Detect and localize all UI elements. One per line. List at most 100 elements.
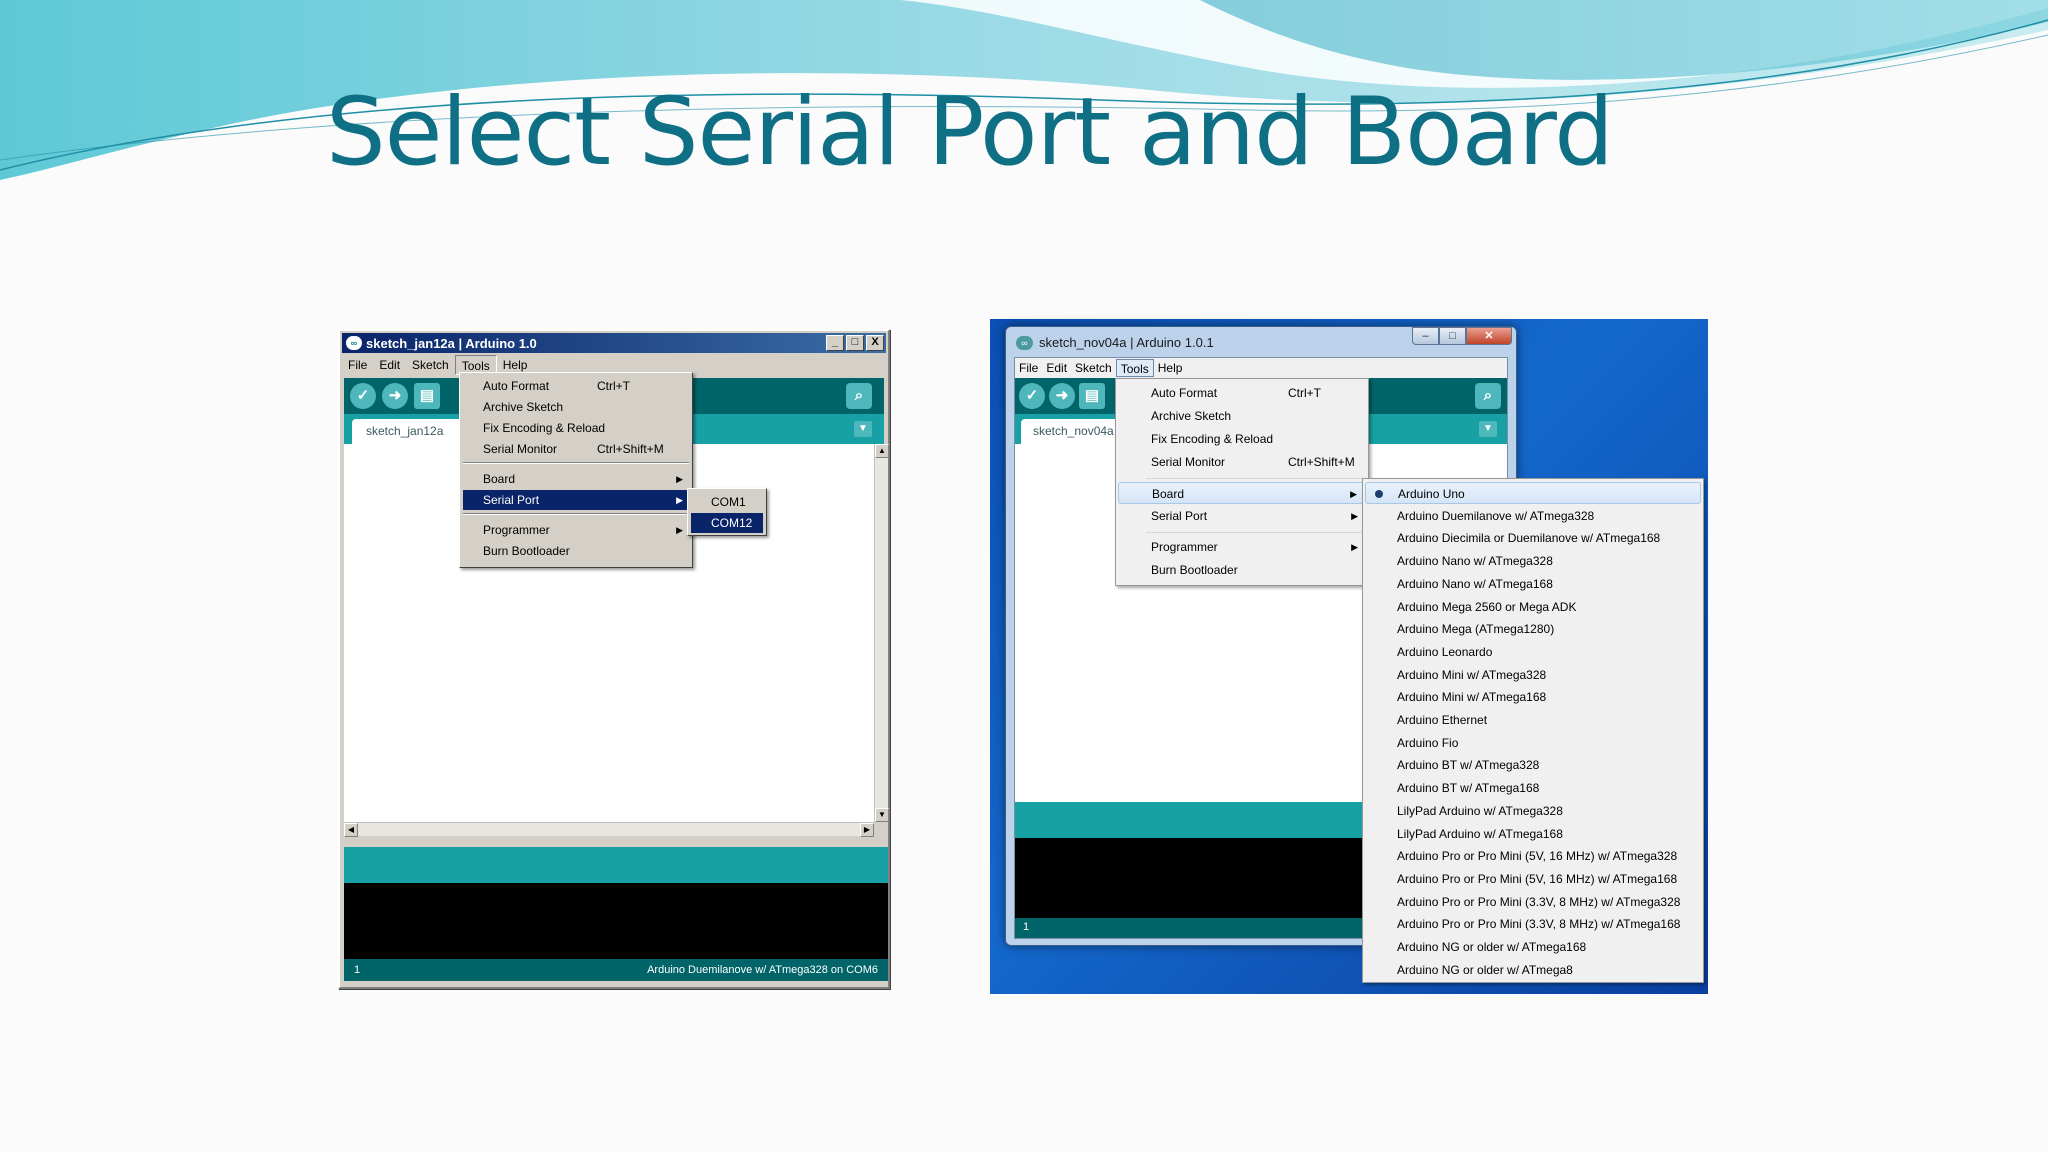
- board-item[interactable]: Arduino Mega 2560 or Mega ADK: [1365, 596, 1701, 618]
- port-item-com1[interactable]: COM1: [691, 492, 763, 512]
- chevron-down-icon: ▼: [1483, 423, 1493, 434]
- menu-item-archive-sketch[interactable]: Archive Sketch: [463, 397, 689, 417]
- board-item[interactable]: Arduino NG or older w/ ATmega168: [1365, 936, 1701, 958]
- board-item-label: Arduino Mega 2560 or Mega ADK: [1397, 599, 1577, 614]
- board-item-label: Arduino Ethernet: [1397, 713, 1488, 727]
- menu-item-burn-bootloader[interactable]: Burn Bootloader: [1118, 559, 1366, 581]
- board-item-label: Arduino BT w/ ATmega168: [1397, 781, 1540, 796]
- check-icon: ✓: [356, 387, 370, 404]
- upload-button[interactable]: ➜: [1049, 383, 1075, 409]
- board-item[interactable]: LilyPad Arduino w/ ATmega168: [1365, 823, 1701, 845]
- verify-button[interactable]: ✓: [350, 383, 376, 409]
- maximize-button[interactable]: □: [1439, 327, 1466, 345]
- tools-menu-right: Auto Format Ctrl+T Archive Sketch Fix Enc…: [1115, 378, 1369, 586]
- menu-bar: File Edit Sketch Tools Help: [1015, 358, 1507, 378]
- board-item[interactable]: Arduino Ethernet: [1365, 709, 1701, 731]
- menu-item-serial-port[interactable]: Serial Port ▶: [1118, 505, 1366, 527]
- menu-item-auto-format[interactable]: Auto Format Ctrl+T: [463, 376, 689, 396]
- menu-item-programmer[interactable]: Programmer ▶: [463, 520, 689, 540]
- menu-item-board[interactable]: Board ▶: [463, 469, 689, 489]
- radio-selected-icon: [1375, 490, 1383, 498]
- scroll-down-icon[interactable]: ▼: [875, 808, 889, 822]
- vertical-scrollbar[interactable]: ▲ ▼: [874, 444, 889, 822]
- board-item[interactable]: Arduino Mini w/ ATmega168: [1365, 686, 1701, 708]
- menu-item-burn-bootloader[interactable]: Burn Bootloader: [463, 541, 689, 561]
- board-item[interactable]: Arduino Leonardo: [1365, 641, 1701, 663]
- port-item-com12[interactable]: COM12: [691, 513, 763, 533]
- menu-item-board[interactable]: Board ▶: [1118, 482, 1366, 504]
- menu-item-fix-encoding[interactable]: Fix Encoding & Reload: [463, 418, 689, 438]
- close-button[interactable]: X: [866, 335, 884, 351]
- upload-button[interactable]: ➜: [382, 383, 408, 409]
- board-item[interactable]: Arduino BT w/ ATmega168: [1365, 777, 1701, 799]
- menu-item-serial-monitor[interactable]: Serial Monitor Ctrl+Shift+M: [1118, 451, 1366, 473]
- board-item[interactable]: Arduino Pro or Pro Mini (5V, 16 MHz) w/ …: [1365, 868, 1701, 890]
- menu-sketch[interactable]: Sketch: [406, 355, 455, 375]
- board-item-label: LilyPad Arduino w/ ATmega168: [1397, 826, 1563, 841]
- title-bar[interactable]: ∞ sketch_jan12a | Arduino 1.0 _ □ X: [342, 333, 886, 353]
- shortcut-label: Ctrl+T: [1288, 386, 1321, 400]
- close-button[interactable]: ✕: [1466, 327, 1512, 345]
- scroll-right-icon[interactable]: ▶: [860, 823, 874, 837]
- minimize-button[interactable]: –: [1412, 327, 1439, 345]
- board-item[interactable]: LilyPad Arduino w/ ATmega328: [1365, 800, 1701, 822]
- board-item[interactable]: Arduino Nano w/ ATmega328: [1365, 550, 1701, 572]
- board-item[interactable]: Arduino Pro or Pro Mini (3.3V, 8 MHz) w/…: [1365, 913, 1701, 935]
- menu-item-label: Fix Encoding & Reload: [483, 421, 606, 435]
- board-item-label: Arduino Pro or Pro Mini (3.3V, 8 MHz) w/…: [1397, 917, 1681, 932]
- board-item[interactable]: Arduino Pro or Pro Mini (5V, 16 MHz) w/ …: [1365, 845, 1701, 867]
- triangle-right-icon: ▶: [1351, 511, 1358, 521]
- board-item[interactable]: Arduino Nano w/ ATmega168: [1365, 573, 1701, 595]
- arduino-logo-icon: ∞: [1016, 335, 1033, 350]
- menu-edit[interactable]: Edit: [1042, 359, 1071, 377]
- maximize-button[interactable]: □: [846, 335, 864, 351]
- menu-file[interactable]: File: [1015, 359, 1042, 377]
- horizontal-scrollbar[interactable]: ◀ ▶: [344, 822, 874, 837]
- shortcut-label: Ctrl+T: [597, 379, 630, 393]
- tab-menu-button[interactable]: ▼: [854, 421, 872, 437]
- menu-file[interactable]: File: [342, 355, 373, 375]
- board-item[interactable]: Arduino Mega (ATmega1280): [1365, 618, 1701, 640]
- board-item[interactable]: Arduino Fio: [1365, 732, 1701, 754]
- menu-item-archive-sketch[interactable]: Archive Sketch: [1118, 405, 1366, 427]
- board-item[interactable]: Arduino Mini w/ ATmega328: [1365, 664, 1701, 686]
- board-item[interactable]: Arduino Duemilanove w/ ATmega328: [1365, 505, 1701, 527]
- window-title: sketch_nov04a | Arduino 1.0.1: [1039, 335, 1214, 350]
- scroll-up-icon[interactable]: ▲: [875, 444, 889, 458]
- board-port-status: Arduino Duemilanove w/ ATmega328 on COM6: [647, 964, 878, 976]
- new-button[interactable]: ▤: [1079, 383, 1105, 409]
- board-item[interactable]: Arduino Uno: [1365, 482, 1701, 504]
- window-controls: – □ ✕: [1412, 327, 1512, 345]
- menu-help[interactable]: Help: [1154, 359, 1187, 377]
- tab-sketch[interactable]: sketch_jan12a: [352, 419, 464, 444]
- board-item[interactable]: Arduino BT w/ ATmega328: [1365, 754, 1701, 776]
- board-item[interactable]: Arduino NG or older w/ ATmega8: [1365, 959, 1701, 981]
- title-bar[interactable]: ∞ sketch_nov04a | Arduino 1.0.1: [1016, 335, 1214, 350]
- minimize-button[interactable]: _: [826, 335, 844, 351]
- menu-item-fix-encoding[interactable]: Fix Encoding & Reload: [1118, 428, 1366, 450]
- verify-button[interactable]: ✓: [1019, 383, 1045, 409]
- new-file-icon: ▤: [1084, 387, 1100, 404]
- triangle-right-icon: ▶: [676, 474, 683, 484]
- board-item[interactable]: Arduino Diecimila or Duemilanove w/ ATme…: [1365, 527, 1701, 549]
- menu-item-serial-monitor[interactable]: Serial Monitor Ctrl+Shift+M: [463, 439, 689, 459]
- tab-sketch[interactable]: sketch_nov04a: [1021, 419, 1121, 444]
- menu-item-serial-port[interactable]: Serial Port ▶: [463, 490, 689, 510]
- magnifier-icon: ⌕: [1483, 387, 1493, 404]
- menu-item-label: Archive Sketch: [483, 400, 564, 414]
- arrow-right-icon: ➜: [388, 387, 402, 404]
- tab-menu-button[interactable]: ▼: [1479, 421, 1497, 437]
- new-button[interactable]: ▤: [414, 383, 440, 409]
- tools-menu-left: Auto Format Ctrl+T Archive Sketch Fix Enc…: [459, 372, 693, 568]
- menu-tools[interactable]: Tools: [1115, 359, 1154, 377]
- serial-monitor-button[interactable]: ⌕: [846, 383, 872, 409]
- menu-edit[interactable]: Edit: [373, 355, 406, 375]
- shortcut-label: Ctrl+Shift+M: [597, 442, 664, 456]
- scroll-left-icon[interactable]: ◀: [344, 823, 358, 837]
- board-item[interactable]: Arduino Pro or Pro Mini (3.3V, 8 MHz) w/…: [1365, 891, 1701, 913]
- serial-monitor-button[interactable]: ⌕: [1475, 383, 1501, 409]
- line-number: 1: [354, 964, 361, 976]
- menu-sketch[interactable]: Sketch: [1071, 359, 1116, 377]
- menu-item-programmer[interactable]: Programmer ▶: [1118, 536, 1366, 558]
- menu-item-auto-format[interactable]: Auto Format Ctrl+T: [1118, 382, 1366, 404]
